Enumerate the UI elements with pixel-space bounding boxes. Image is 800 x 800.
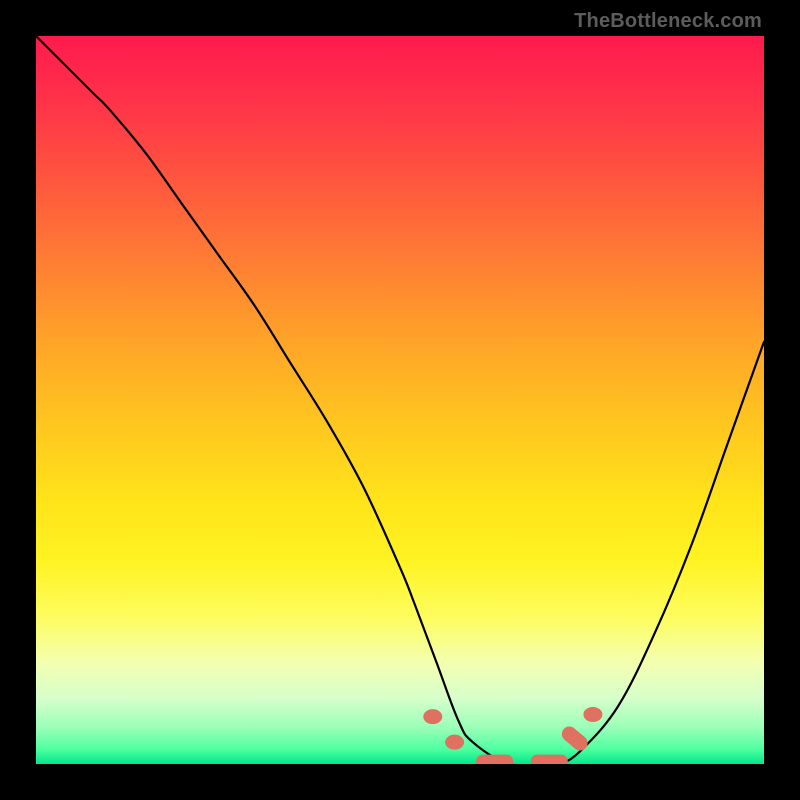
marker-dot <box>477 755 513 764</box>
bottleneck-curve <box>36 36 764 764</box>
chart-plot-area <box>36 36 764 764</box>
chart-overlay <box>36 36 764 764</box>
marker-dot <box>584 707 602 721</box>
marker-dot <box>446 735 464 749</box>
marker-dot <box>424 710 442 724</box>
chart-frame: TheBottleneck.com <box>0 0 800 800</box>
marker-dot <box>559 724 589 753</box>
attribution-label: TheBottleneck.com <box>574 10 762 33</box>
marker-dot <box>531 755 567 764</box>
